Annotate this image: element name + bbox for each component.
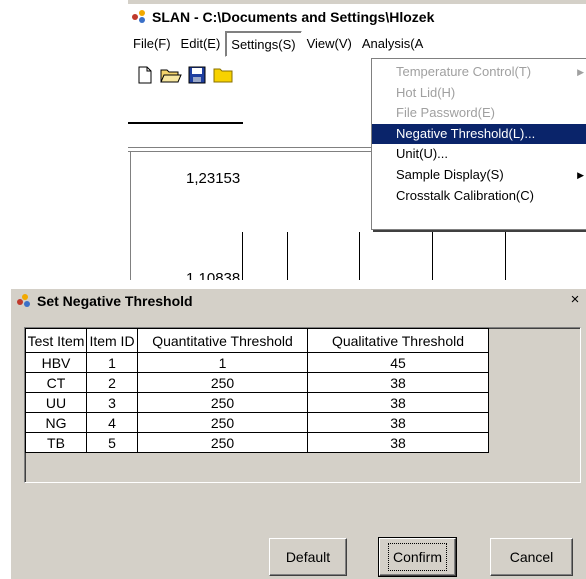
menu-item-crosstalk-calibration[interactable]: Crosstalk Calibration(C) [372,186,586,207]
submenu-arrow-icon: ▶ [577,169,584,180]
menu-item-sample-display[interactable]: Sample Display(S) ▶ [372,165,586,186]
plot-border [130,152,131,280]
app-icon [15,293,33,309]
menu-item-label: Crosstalk Calibration(C) [396,187,534,203]
app-title-bar: SLAN - C:\Documents and Settings\Hlozek [128,4,586,30]
folder-icon[interactable] [210,63,236,87]
cell-test-item: CT [25,372,87,393]
table-row: TB 5 250 38 [25,432,489,453]
new-file-icon[interactable] [132,63,158,87]
submenu-arrow-icon: ▶ [577,67,584,77]
threshold-table-frame: Test Item Item ID Quantitative Threshold… [24,327,581,483]
tab-underline [128,122,243,124]
dialog-title-bar: Set Negative Threshold × [11,289,586,313]
menu-file[interactable]: File(F) [128,31,176,57]
confirm-button[interactable]: Confirm [378,537,457,577]
table-row: CT 2 250 38 [25,372,489,393]
table-header-row: Test Item Item ID Quantitative Threshold… [25,328,489,353]
menu-item-label: File Password(E) [396,105,495,121]
menu-item-file-password[interactable]: File Password(E) [372,103,586,124]
cell-qualitative-threshold[interactable]: 38 [307,412,489,433]
menu-view[interactable]: View(V) [302,31,357,57]
cell-quantitative-threshold[interactable]: 250 [137,412,308,433]
cell-qualitative-threshold[interactable]: 38 [307,432,489,453]
cell-test-item: HBV [25,352,87,373]
menu-item-label: Hot Lid(H) [396,84,456,100]
close-icon[interactable]: × [566,292,584,309]
cell-test-item: TB [25,432,87,453]
menu-bar: File(F) Edit(E) Settings(S) View(V) Anal… [128,30,586,58]
column-header-item-id: Item ID [86,328,138,353]
cell-item-id: 3 [86,392,138,413]
menu-item-temperature-control[interactable]: Temperature Control(T) ▶ [372,62,586,83]
column-header-qualitative-threshold: Qualitative Threshold [307,328,489,353]
settings-dropdown-menu: Temperature Control(T) ▶ Hot Lid(H) File… [371,58,586,230]
save-icon[interactable] [184,63,210,87]
menu-item-negative-threshold[interactable]: Negative Threshold(L)... [372,123,586,145]
menu-item-label: Negative Threshold(L)... [396,125,536,141]
menu-item-label: Sample Display(S) [396,166,504,182]
menu-settings[interactable]: Settings(S) [225,31,302,57]
set-negative-threshold-dialog: Set Negative Threshold × Test Item Item … [10,288,586,579]
cell-qualitative-threshold[interactable]: 38 [307,392,489,413]
cell-item-id: 2 [86,372,138,393]
cell-qualitative-threshold[interactable]: 38 [307,372,489,393]
cell-test-item: UU [25,392,87,413]
menu-analysis[interactable]: Analysis(A [357,31,428,57]
plot-grid [242,232,586,280]
y-tick-label: 1,10838 [186,270,241,280]
app-title: SLAN - C:\Documents and Settings\Hlozek [152,9,435,25]
table-row: HBV 1 1 45 [25,352,489,373]
menu-item-hot-lid[interactable]: Hot Lid(H) [372,83,586,104]
cell-item-id: 1 [86,352,138,373]
cancel-button[interactable]: Cancel [490,538,573,576]
slan-app-icon [132,10,148,24]
cell-quantitative-threshold[interactable]: 250 [137,372,308,393]
table-row: NG 4 250 38 [25,412,489,433]
cell-quantitative-threshold[interactable]: 250 [137,432,308,453]
table-row: UU 3 250 38 [25,392,489,413]
cell-item-id: 4 [86,412,138,433]
column-header-quantitative-threshold: Quantitative Threshold [137,328,308,353]
confirm-button-label: Confirm [387,543,447,571]
cell-quantitative-threshold[interactable]: 1 [137,352,308,373]
cell-qualitative-threshold[interactable]: 45 [307,352,489,373]
menu-item-label: Unit(U)... [396,146,448,162]
menu-item-unit[interactable]: Unit(U)... [372,144,586,165]
dialog-title: Set Negative Threshold [37,293,193,309]
open-folder-icon[interactable] [158,63,184,87]
slan-app-window: SLAN - C:\Documents and Settings\Hlozek … [128,0,586,280]
y-tick-label: 1,23153 [186,170,241,187]
cell-quantitative-threshold[interactable]: 250 [137,392,308,413]
menu-item-label: Temperature Control(T) [396,64,532,79]
menu-edit[interactable]: Edit(E) [176,31,226,57]
cell-test-item: NG [25,412,87,433]
column-header-test-item: Test Item [25,328,87,353]
cell-item-id: 5 [86,432,138,453]
threshold-table: Test Item Item ID Quantitative Threshold… [25,328,489,453]
default-button[interactable]: Default [269,538,347,576]
